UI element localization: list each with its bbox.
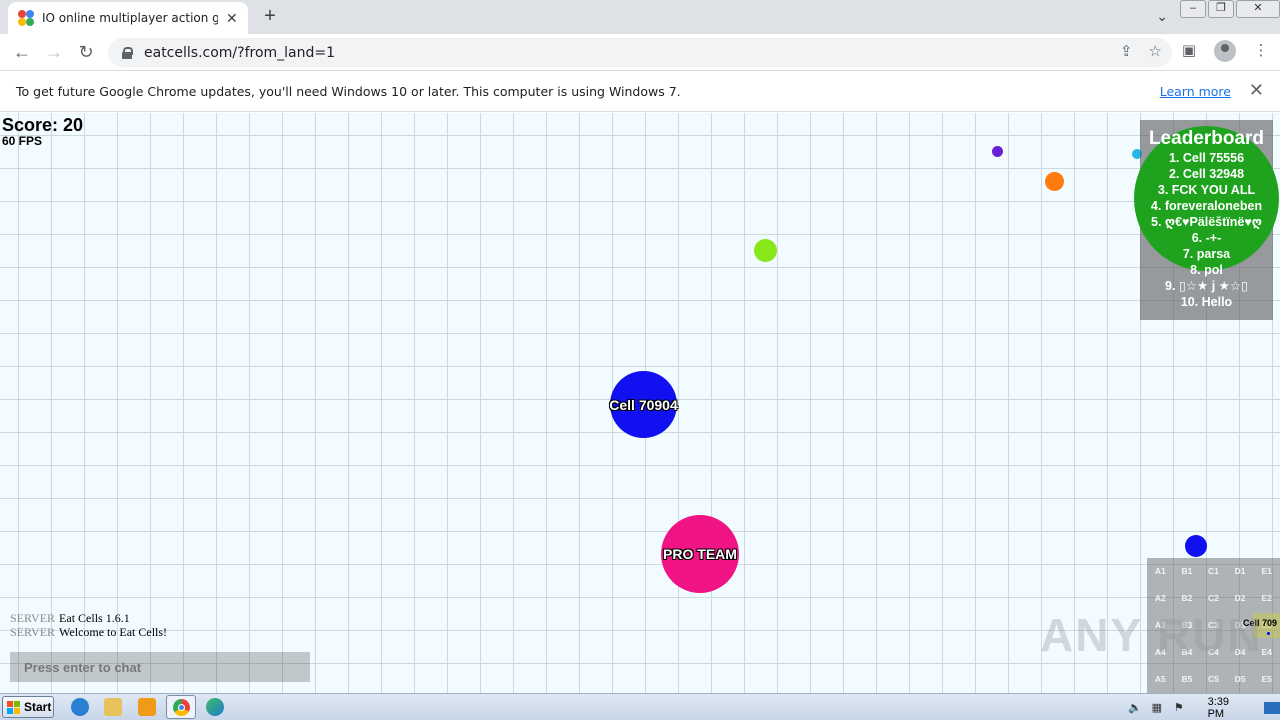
windows-taskbar: Start 🔈 ▦ ⚑ 3:39 PM: [0, 693, 1280, 720]
url-text[interactable]: eatcells.com/?from_land=1: [144, 45, 335, 61]
leaderboard-list: 1. Cell 75556 2. Cell 32948 3. FCK YOU ALL…: [1140, 150, 1273, 310]
leaderboard-entry: 1. Cell 75556: [1168, 151, 1245, 165]
leaderboard-entry: 2. Cell 32948: [1168, 167, 1245, 181]
learn-more-link[interactable]: Learn more: [1160, 84, 1231, 99]
food-pellet: [1045, 172, 1064, 191]
leaderboard-entry: 5. ღ€♥Pälëštïnë♥ღ: [1151, 215, 1262, 229]
explorer-folder-icon[interactable]: [104, 698, 122, 716]
chat-sender: SERVER: [10, 611, 56, 625]
restore-icon[interactable]: ❐: [1208, 0, 1234, 18]
chat-sender: SERVER: [10, 625, 56, 639]
clock: 3:39 PM: [1207, 695, 1229, 720]
infobar-message: To get future Google Chrome updates, you…: [16, 84, 681, 99]
minimap-sector: E5: [1261, 674, 1272, 684]
browser-toolbar: ← → ↻ eatcells.com/?from_land=1 ⇪ ☆ ▣ ⋮: [0, 34, 1280, 71]
system-tray: 🔈 ▦ ⚑ 3:39 PM: [1122, 694, 1280, 720]
minimap-sector: D5: [1234, 674, 1246, 684]
action-center-flag-icon[interactable]: ⚑: [1172, 701, 1186, 715]
leaderboard: Leaderboard 1. Cell 75556 2. Cell 32948 3.…: [1134, 120, 1279, 320]
browser-tab[interactable]: IO online multiplayer action game. Start…: [8, 2, 248, 34]
show-desktop-icon[interactable]: [1264, 701, 1280, 714]
leaderboard-entry: 3. FCK YOU ALL: [1157, 183, 1256, 197]
lock-icon[interactable]: [122, 46, 133, 59]
player-cell: Cell 70904: [609, 371, 678, 438]
leaderboard-entry: 7. parsa: [1182, 247, 1231, 261]
tab-search-chevron-icon[interactable]: ⌄: [1156, 8, 1168, 25]
fps-display: 60 FPS: [2, 134, 43, 148]
minimap-sector: E1: [1261, 566, 1272, 576]
leaderboard-entry: 10. Hello: [1180, 295, 1233, 309]
close-window-icon[interactable]: ✕: [1236, 0, 1280, 18]
food-pellet: [992, 146, 1003, 157]
network-icon[interactable]: ▦: [1150, 701, 1164, 715]
new-tab-button[interactable]: +: [258, 4, 282, 28]
tab-strip: IO online multiplayer action game. Start…: [0, 0, 1280, 34]
leaderboard-entry: 8. pol: [1190, 263, 1223, 277]
back-arrow-icon[interactable]: ←: [10, 40, 34, 64]
menu-kebab-icon[interactable]: ⋮: [1250, 40, 1272, 62]
address-bar[interactable]: eatcells.com/?from_land=1 ⇪ ☆: [108, 38, 1172, 67]
leaderboard-entry: 4. foreveraloneben: [1150, 199, 1263, 213]
ie-icon[interactable]: [71, 698, 89, 716]
minimap-sector: D1: [1234, 566, 1246, 576]
chat-text: Welcome to Eat Cells!: [59, 625, 168, 639]
media-player-icon[interactable]: [138, 698, 156, 716]
side-panel-icon[interactable]: ▣: [1178, 40, 1200, 62]
chat-message: SERVER Eat Cells 1.6.1: [10, 611, 167, 625]
minimap-sector: B5: [1181, 674, 1193, 684]
reload-icon[interactable]: ↻: [74, 40, 98, 64]
profile-avatar-icon[interactable]: [1214, 40, 1236, 62]
minimap-sector: C1: [1208, 566, 1219, 576]
start-label: Start: [24, 700, 52, 714]
share-icon[interactable]: ⇪: [1120, 42, 1133, 60]
minimap-sector: A5: [1154, 674, 1166, 684]
minimap-sector: A1: [1154, 566, 1166, 576]
game-canvas[interactable]: Score: 20 60 FPS Cell 70904 PRO TEAM Lea…: [0, 113, 1280, 693]
leaderboard-entry: 6. -+-: [1191, 231, 1222, 245]
edge-icon[interactable]: [206, 698, 224, 716]
update-infobar: To get future Google Chrome updates, you…: [0, 72, 1280, 112]
minimize-icon[interactable]: –: [1180, 0, 1206, 18]
cell-name: PRO TEAM: [663, 546, 737, 562]
chat-log: SERVER Eat Cells 1.6.1 SERVER Welcome to Ea…: [10, 611, 167, 639]
window-controls: – ❐ ✕: [1178, 0, 1280, 20]
windows-logo-icon: [7, 700, 20, 714]
leaderboard-title: Leaderboard: [1148, 128, 1265, 149]
chat-text: Eat Cells 1.6.1: [59, 611, 130, 625]
tab-title: IO online multiplayer action game. Start: [42, 11, 218, 25]
site-favicon-icon: [18, 10, 34, 26]
chat-input[interactable]: Press enter to chat: [10, 652, 310, 682]
minimap-sector: C5: [1208, 674, 1219, 684]
volume-icon[interactable]: 🔈: [1128, 701, 1142, 715]
food-pellet: [754, 239, 777, 262]
chrome-taskbar-button[interactable]: [166, 695, 196, 719]
forward-arrow-icon[interactable]: →: [42, 40, 66, 64]
leaderboard-entry: 9. ▯☆★ j ★☆▯: [1165, 279, 1248, 293]
enemy-cell: PRO TEAM: [661, 515, 739, 593]
chat-message: SERVER Welcome to Eat Cells!: [10, 625, 167, 639]
anyrun-watermark: ANY RUN: [1040, 609, 1263, 661]
infobar-close-icon[interactable]: ✕: [1249, 80, 1264, 101]
bookmark-star-icon[interactable]: ☆: [1149, 42, 1162, 60]
food-pellet: [1185, 535, 1207, 557]
cell-name: Cell 70904: [609, 396, 678, 413]
minimap-sector: B1: [1181, 566, 1193, 576]
chrome-icon: [173, 699, 190, 716]
tab-close-icon[interactable]: ✕: [226, 10, 238, 27]
start-button[interactable]: Start: [2, 696, 54, 718]
score-display: Score: 20: [2, 115, 84, 135]
minimap-player-dot: [1267, 632, 1270, 635]
